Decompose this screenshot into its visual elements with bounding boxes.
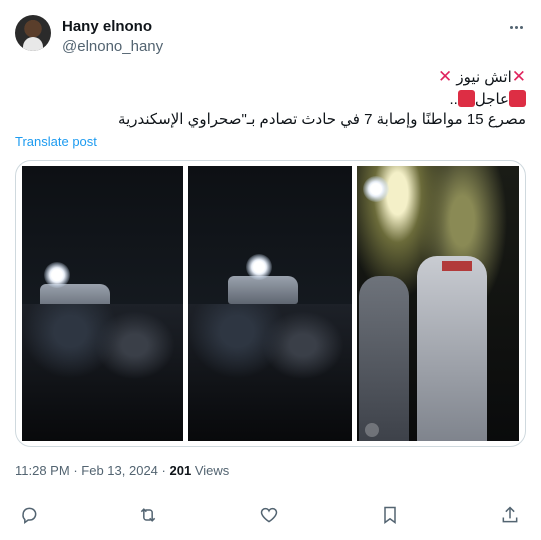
play-indicator-icon[interactable]	[365, 423, 379, 437]
media-image-2[interactable]	[188, 166, 352, 441]
translate-post-link[interactable]: Translate post	[15, 134, 97, 149]
action-bar	[0, 505, 541, 527]
tweet-text-line-1: ✕اتش نيوز ✕	[15, 67, 526, 88]
more-horizontal-icon[interactable]	[505, 17, 527, 37]
heart-icon[interactable]	[259, 505, 281, 527]
tweet-header: Hany elnono @elnono_hany	[15, 15, 527, 55]
bookmark-icon[interactable]	[380, 505, 402, 527]
tweet-time[interactable]: 11:28 PM	[15, 463, 70, 478]
meta-separator: ·	[73, 463, 78, 478]
tweet-date[interactable]: Feb 13, 2024	[81, 463, 158, 478]
author-name[interactable]: Hany elnono	[62, 18, 152, 35]
author-handle[interactable]: @elnono_hany	[62, 38, 163, 55]
cross-mark-icon: ✕	[511, 67, 526, 86]
tweet-line2-suffix: ..	[449, 91, 458, 108]
tweet-meta: 11:28 PM · Feb 13, 2024 · 201 Views	[15, 463, 229, 478]
tweet-line1-text: اتش نيوز	[456, 69, 512, 86]
media-image-1[interactable]	[22, 166, 183, 441]
share-icon[interactable]	[500, 505, 522, 527]
views-label: Views	[194, 463, 230, 478]
views-count: 201	[169, 463, 192, 478]
media-container[interactable]	[15, 160, 526, 447]
red-square-icon	[509, 90, 526, 107]
tweet-text-line-2: عاجل..	[15, 90, 526, 110]
tweet-text-line-3: مصرع 15 مواطنًا وإصابة 7 في حادث تصادم ب…	[118, 111, 526, 128]
meta-separator: ·	[161, 463, 166, 478]
tweet-line2-text: عاجل	[474, 91, 509, 108]
reply-icon[interactable]	[19, 505, 41, 527]
avatar[interactable]	[15, 15, 51, 51]
red-square-icon	[457, 90, 475, 107]
cross-mark-icon: ✕	[438, 67, 453, 86]
media-image-3[interactable]	[357, 166, 519, 441]
retweet-icon[interactable]	[138, 505, 160, 527]
